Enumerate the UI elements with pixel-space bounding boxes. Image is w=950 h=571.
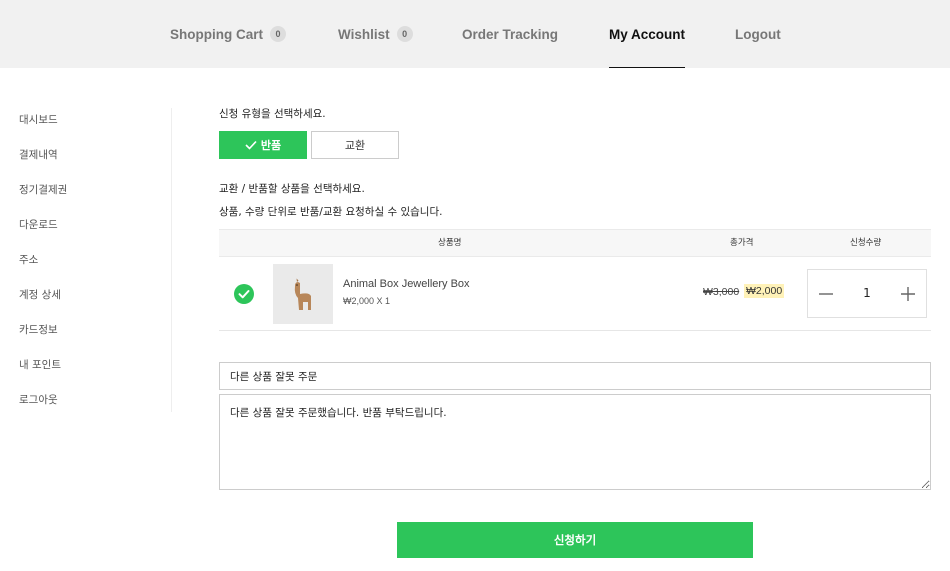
decrease-quantity-button[interactable]	[808, 270, 844, 317]
item-select-checkbox[interactable]	[234, 284, 254, 304]
sidebar-item-payments[interactable]: 결제내역	[19, 147, 58, 162]
sidebar-item-logout[interactable]: 로그아웃	[19, 392, 58, 407]
product-thumbnail[interactable]	[273, 264, 333, 324]
table-row: Animal Box Jewellery Box ₩2,000 X 1 ₩3,0…	[219, 257, 931, 331]
select-items-hint: 상품, 수량 단위로 반품/교환 요청하실 수 있습니다.	[219, 206, 443, 218]
account-sidebar: 대시보드 결제내역 정기결제권 다운로드 주소 계정 상세 카드정보 내 포인트…	[0, 108, 172, 412]
return-option-label: 반품	[260, 140, 282, 152]
reason-input[interactable]	[219, 362, 931, 390]
nav-wishlist[interactable]: Wishlist 0	[338, 0, 413, 68]
return-option-button[interactable]: 반품	[219, 131, 307, 159]
header-request-qty: 신청수량	[850, 238, 882, 248]
sale-price: ₩2,000	[744, 284, 785, 298]
plus-icon	[901, 286, 915, 301]
submit-request-button[interactable]: 신청하기	[397, 522, 753, 558]
nav-shopping-cart-label: Shopping Cart	[170, 26, 263, 42]
product-unit-price: ₩2,000 X 1	[343, 296, 391, 306]
nav-shopping-cart[interactable]: Shopping Cart 0	[170, 0, 286, 68]
nav-wishlist-label: Wishlist	[338, 26, 390, 42]
select-items-prompt: 교환 / 반품할 상품을 선택하세요.	[219, 183, 365, 195]
nav-my-account-label: My Account	[609, 26, 686, 42]
sidebar-item-dashboard[interactable]: 대시보드	[19, 112, 58, 127]
original-price: ₩3,000	[703, 286, 740, 298]
check-circle-icon	[238, 290, 250, 299]
submit-request-label: 신청하기	[553, 535, 597, 547]
detail-textarea[interactable]: 다른 상품 잘못 주문했습니다. 반품 부탁드립니다.	[219, 394, 931, 490]
exchange-option-button[interactable]: 교환	[311, 131, 399, 159]
sidebar-item-subscriptions[interactable]: 정기결제권	[19, 182, 67, 197]
product-name[interactable]: Animal Box Jewellery Box	[343, 278, 470, 290]
sidebar-item-account-details[interactable]: 계정 상세	[19, 287, 61, 302]
sidebar-item-address[interactable]: 주소	[19, 252, 38, 267]
llama-figure-icon	[294, 278, 311, 310]
nav-order-tracking[interactable]: Order Tracking	[462, 0, 558, 68]
sidebar-item-points[interactable]: 내 포인트	[19, 357, 61, 372]
sidebar-item-downloads[interactable]: 다운로드	[19, 217, 58, 232]
request-type-prompt: 신청 유형을 선택하세요.	[219, 108, 326, 120]
minus-icon	[819, 292, 833, 295]
nav-logout-label: Logout	[735, 26, 781, 42]
wishlist-count-badge: 0	[396, 26, 413, 42]
checkmark-icon	[245, 140, 257, 150]
cart-count-badge: 0	[270, 26, 286, 42]
nav-logout[interactable]: Logout	[735, 0, 781, 68]
header-total-price: 총가격	[730, 238, 754, 248]
top-navigation: Shopping Cart 0 Wishlist 0 Order Trackin…	[0, 0, 950, 68]
nav-order-tracking-label: Order Tracking	[462, 26, 559, 42]
sidebar-item-card-info[interactable]: 카드정보	[19, 322, 58, 337]
quantity-stepper: 1	[807, 269, 927, 318]
increase-quantity-button[interactable]	[890, 270, 926, 317]
quantity-value[interactable]: 1	[844, 270, 890, 317]
header-product-name: 상품명	[438, 238, 462, 248]
items-table-header: 상품명 총가격 신청수량	[219, 229, 931, 257]
exchange-option-label: 교환	[344, 140, 366, 152]
nav-my-account[interactable]: My Account	[609, 0, 686, 68]
